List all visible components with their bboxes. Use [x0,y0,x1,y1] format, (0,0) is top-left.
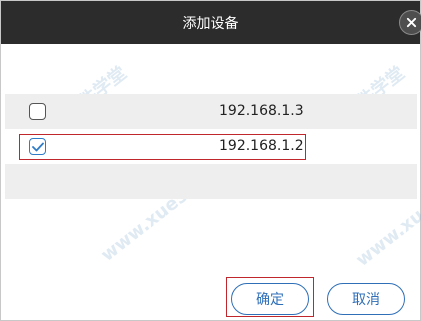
close-icon [406,17,417,28]
dialog-titlebar: 添加设备 [1,1,421,44]
cancel-button[interactable]: 取消 [327,283,405,315]
close-button[interactable] [399,10,421,35]
empty-row [5,164,417,199]
device-checkbox-checked[interactable] [29,138,46,155]
device-row[interactable]: 192.168.1.3 [5,94,417,129]
device-ip: 192.168.1.3 [219,103,304,119]
device-ip: 192.168.1.2 [219,138,304,154]
device-list: 192.168.1.3 192.168.1.2 [5,94,417,199]
device-checkbox[interactable] [29,103,46,120]
add-device-dialog: 添加设备 软件学堂 软件学堂 www.xue51.com www.xue51.c… [0,0,421,321]
checkmark-icon [31,142,44,151]
confirm-button[interactable]: 确定 [231,283,309,315]
device-row[interactable]: 192.168.1.2 [5,129,417,164]
dialog-title: 添加设备 [182,15,239,32]
